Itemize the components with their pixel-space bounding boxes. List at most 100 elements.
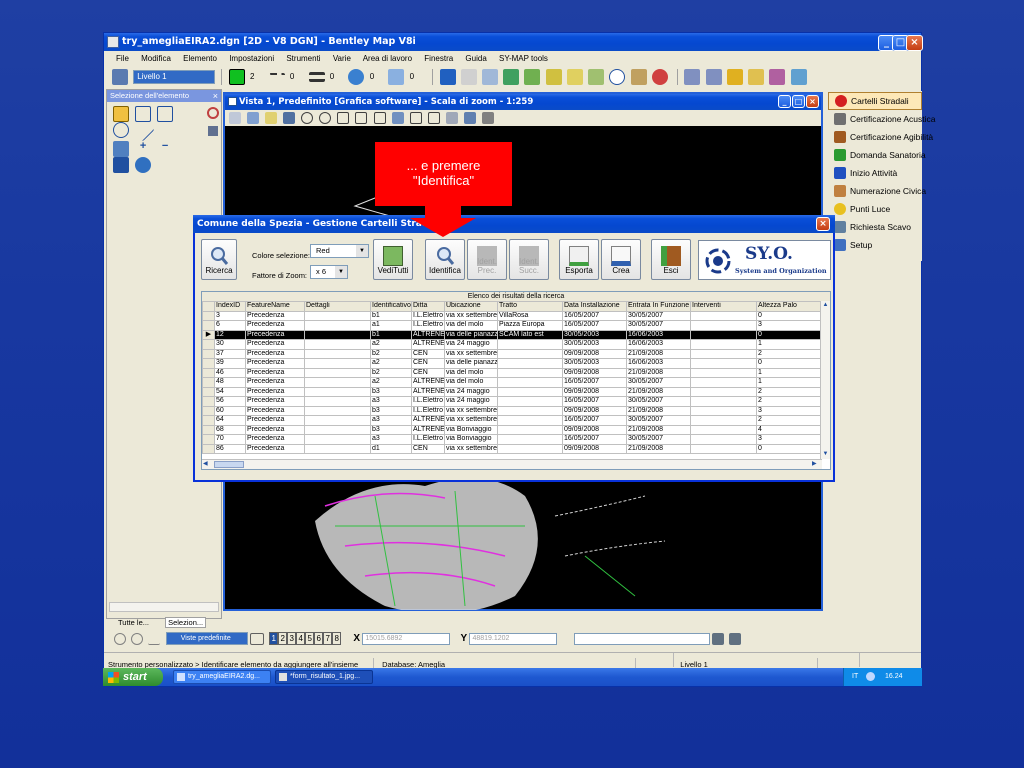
chevron-down-icon[interactable]: ▼: [356, 245, 368, 257]
cell-ditta[interactable]: ALTRENER: [411, 386, 445, 397]
tab-selection[interactable]: Selezion...: [165, 617, 207, 628]
cell-featurename[interactable]: Precedenza: [245, 310, 305, 321]
col-header-ubicazione[interactable]: Ubicazione: [444, 301, 498, 312]
row-selector[interactable]: [202, 339, 215, 350]
crea-button[interactable]: Crea: [601, 239, 641, 280]
layers-icon[interactable]: [524, 68, 541, 85]
select-shape-icon[interactable]: [157, 106, 174, 122]
cell-featurename[interactable]: Precedenza: [245, 320, 305, 331]
cell-featurename[interactable]: Precedenza: [245, 424, 305, 435]
cell-altezza-palo[interactable]: 2: [756, 348, 823, 359]
cell-interventi[interactable]: [690, 424, 757, 435]
mode-add-icon[interactable]: +: [135, 140, 151, 156]
cell-ditta[interactable]: I.L.Elettro: [411, 434, 445, 445]
fence-icon[interactable]: [439, 68, 456, 85]
view-number-1[interactable]: 1: [269, 632, 279, 646]
row-selector[interactable]: [202, 348, 215, 359]
cell-entrata-funzione[interactable]: 30/05/2007: [626, 434, 691, 445]
table-row[interactable]: 86 Precedenza d1 CEN via xx settembre 09/09/2…: [202, 443, 823, 454]
veditutti-button[interactable]: VediTutti: [373, 239, 413, 280]
cell-altezza-palo[interactable]: 2: [756, 386, 823, 397]
dialog-title-bar[interactable]: Comune della Spezia - Gestione Cartelli …: [193, 215, 835, 233]
cell-ubicazione[interactable]: via xx settembre: [444, 443, 498, 454]
cell-ditta[interactable]: ALTRENER: [411, 329, 445, 340]
cell-altezza-palo[interactable]: 2: [756, 396, 823, 407]
menu-sy-map-tools[interactable]: SY-MAP tools: [499, 54, 548, 63]
row-selector[interactable]: [202, 396, 215, 407]
raster-icon[interactable]: [503, 68, 520, 85]
cell-featurename[interactable]: Precedenza: [245, 358, 305, 369]
table-row[interactable]: 64Precedenza a3ALTRENERvia xx settembre 16…: [202, 415, 823, 426]
cell-indexid[interactable]: 70: [214, 434, 246, 445]
select-line-icon[interactable]: [131, 118, 155, 142]
menu-varie[interactable]: Varie: [333, 54, 351, 63]
cell-identificativo[interactable]: d1: [370, 443, 412, 454]
y-coordinate-field[interactable]: 48819.1202: [469, 632, 558, 645]
cell-identificativo[interactable]: a2: [370, 339, 412, 350]
cell-ubicazione[interactable]: via xx settembre: [444, 405, 498, 416]
table-row[interactable]: 3 Precedenza b1 I.L.Elettro via xx settembre…: [202, 310, 823, 321]
cell-altezza-palo[interactable]: 0: [756, 329, 823, 340]
col-header-ditta[interactable]: Ditta: [411, 301, 445, 312]
table-row[interactable]: ▶12Precedenza b1ALTRENERvia delle pianazz…: [202, 329, 823, 340]
cell-featurename[interactable]: Precedenza: [245, 377, 305, 388]
cell-data-installazione[interactable]: 09/09/2008: [562, 386, 627, 397]
row-selector[interactable]: [202, 310, 215, 321]
copy-view-icon[interactable]: [445, 112, 458, 125]
copy-icon[interactable]: [460, 68, 477, 85]
cell-dettagli[interactable]: [304, 320, 371, 331]
cell-identificativo[interactable]: b1: [370, 329, 412, 340]
back-icon[interactable]: [114, 632, 126, 645]
scroll-right-icon[interactable]: ▶: [812, 460, 821, 469]
cell-entrata-funzione[interactable]: 30/05/2007: [626, 396, 691, 407]
lock-icon[interactable]: [726, 68, 743, 85]
view-number-5[interactable]: 5: [305, 632, 315, 646]
cell-indexid[interactable]: 64: [214, 415, 246, 426]
ricerca-button[interactable]: Ricerca: [201, 239, 237, 280]
cell-indexid[interactable]: 37: [214, 348, 246, 359]
cell-interventi[interactable]: [690, 310, 757, 321]
cell-entrata-funzione[interactable]: 21/09/2008: [626, 348, 691, 359]
start-button[interactable]: start: [103, 668, 163, 686]
cell-interventi[interactable]: [690, 329, 757, 340]
cell-entrata-funzione[interactable]: 30/05/2007: [626, 415, 691, 426]
menu-strumenti[interactable]: Strumenti: [286, 54, 320, 63]
col-header-tratto[interactable]: Tratto: [497, 301, 563, 312]
forward-icon[interactable]: [131, 632, 144, 645]
table-row[interactable]: 48Precedenza a2ALTRENERvia del molo 16/05/…: [202, 377, 823, 388]
cell-indexid[interactable]: 60: [214, 405, 246, 416]
cell-ubicazione[interactable]: via 24 maggio: [444, 339, 498, 350]
esci-button[interactable]: Esci: [651, 239, 691, 280]
select-element-icon[interactable]: [113, 106, 129, 122]
cell-featurename[interactable]: Precedenza: [245, 329, 305, 340]
table-row[interactable]: 37 Precedenza b2 CEN via xx settembre 09/09/2…: [202, 348, 823, 359]
col-header-dettagli[interactable]: Dettagli: [304, 301, 371, 312]
cell-ubicazione[interactable]: via delle pianazze: [444, 358, 498, 369]
grid-vertical-scrollbar[interactable]: ▲ ▼: [820, 301, 830, 459]
update-view-icon[interactable]: [283, 112, 296, 125]
cell-entrata-funzione[interactable]: 30/05/2007: [626, 320, 691, 331]
cell-altezza-palo[interactable]: 3: [756, 405, 823, 416]
col-header-entrata-funzione[interactable]: Entrata In Funzione: [626, 301, 691, 312]
cell-interventi[interactable]: [690, 396, 757, 407]
level-select[interactable]: Livello 1: [133, 69, 216, 84]
cell-featurename[interactable]: Precedenza: [245, 339, 305, 350]
cell-tratto[interactable]: [497, 415, 563, 426]
line-style-icon[interactable]: [268, 72, 285, 81]
cell-entrata-funzione[interactable]: 21/09/2008: [626, 386, 691, 397]
cell-altezza-palo[interactable]: 2: [756, 415, 823, 426]
cell-entrata-funzione[interactable]: 21/09/2008: [626, 424, 691, 435]
cell-ditta[interactable]: ALTRENER: [411, 377, 445, 388]
cell-tratto[interactable]: [497, 424, 563, 435]
db-query-icon[interactable]: [705, 68, 722, 85]
view-number-6[interactable]: 6: [314, 632, 324, 646]
cell-interventi[interactable]: [690, 415, 757, 426]
row-selector[interactable]: ▶: [202, 329, 215, 340]
cell-ditta[interactable]: CEN: [411, 443, 445, 454]
cell-tratto[interactable]: Piazza Europa: [497, 320, 563, 331]
cell-data-installazione[interactable]: 30/05/2003: [562, 339, 627, 350]
cell-identificativo[interactable]: a1: [370, 320, 412, 331]
row-selector[interactable]: [202, 320, 215, 331]
table-row[interactable]: 60 Precedenza b3 I.L.Elettro via xx settembr…: [202, 405, 823, 416]
cell-indexid[interactable]: 46: [214, 367, 246, 378]
